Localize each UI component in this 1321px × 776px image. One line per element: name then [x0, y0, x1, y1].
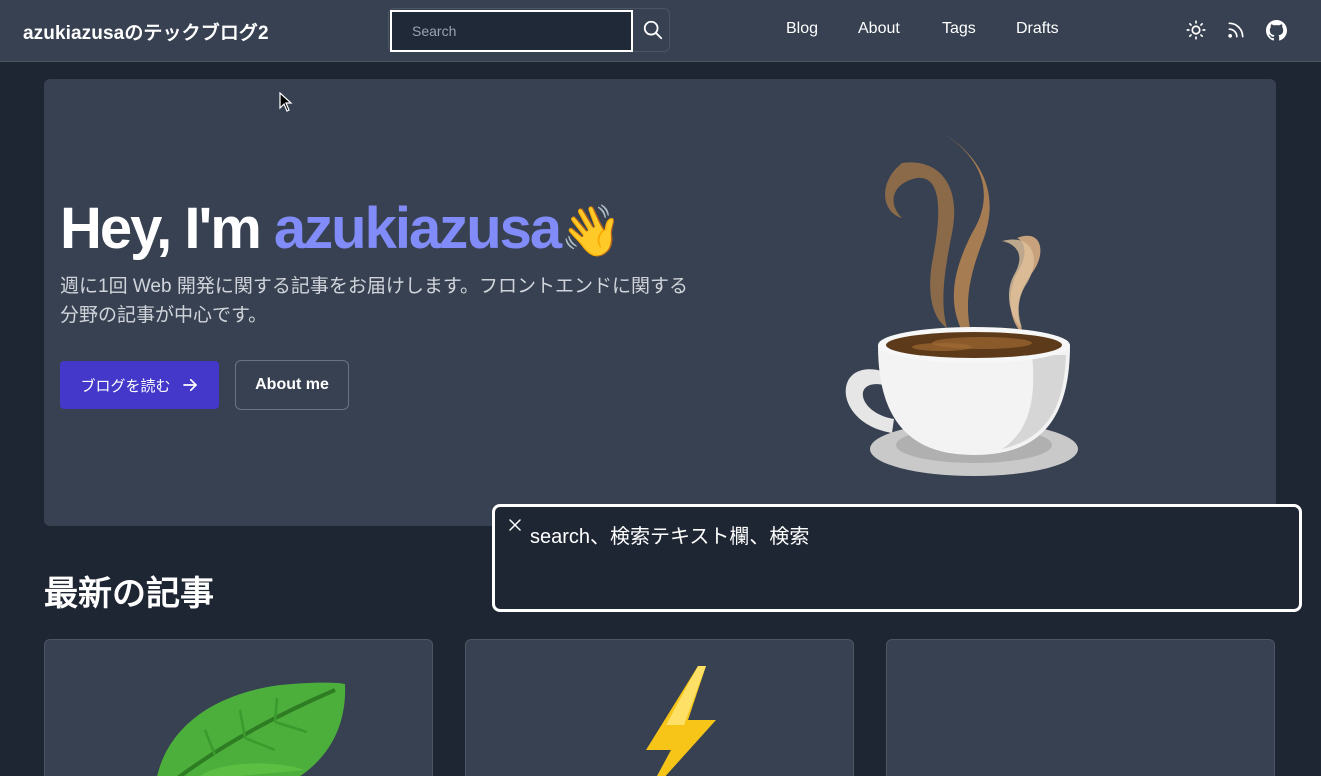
read-blog-button[interactable]: ブログを読む — [60, 361, 219, 409]
search-icon — [643, 20, 663, 40]
coffee-cup-illustration — [845, 127, 1078, 476]
hero-description-line-1: 週に1回 Web 開発に関する記事をお届けします。フロントエンドに関する — [60, 276, 688, 297]
caption-text: search、検索テキスト欄、検索 — [530, 526, 810, 548]
rss-button[interactable] — [1225, 19, 1247, 41]
rss-icon — [1228, 22, 1244, 38]
hero-heading: Hey, I'm azukiazusa👋 — [60, 195, 622, 262]
about-me-button[interactable]: About me — [235, 360, 349, 410]
hero-description: 週に1回 Web 開発に関する記事をお届けします。フロントエンドに関する 分野の… — [60, 272, 740, 330]
site-header: azukiazusaのテックブログ2 Blog About Tags Draft… — [0, 0, 1321, 62]
hero-greeting: Hey, I'm — [60, 196, 274, 261]
github-button[interactable] — [1265, 19, 1287, 41]
nav-drafts[interactable]: Drafts — [1016, 20, 1059, 38]
site-title[interactable]: azukiazusaのテックブログ2 — [23, 18, 269, 45]
hero-name: azukiazusa — [273, 196, 562, 261]
nav-blog[interactable]: Blog — [786, 20, 818, 38]
theme-toggle-button[interactable] — [1185, 19, 1207, 41]
arrow-right-icon — [182, 378, 197, 392]
wave-icon: 👋 — [560, 203, 623, 259]
leaf-icon — [157, 682, 346, 776]
latest-posts-title: 最新の記事 — [44, 575, 214, 613]
github-icon — [1265, 19, 1287, 40]
search-box — [388, 8, 670, 52]
post-card[interactable] — [465, 639, 854, 776]
accessibility-caption-panel: search、検索テキスト欄、検索 — [492, 504, 1302, 612]
close-button[interactable] — [508, 518, 522, 532]
sun-icon — [1186, 20, 1206, 40]
search-input[interactable] — [390, 10, 633, 52]
search-button[interactable] — [635, 9, 671, 51]
hero-section: Hey, I'm azukiazusa👋 週に1回 Web 開発に関する記事をお… — [44, 79, 1276, 526]
nav-about[interactable]: About — [858, 20, 900, 38]
hero-description-line-2: 分野の記事が中心です。 — [60, 305, 268, 326]
close-icon — [509, 519, 521, 531]
read-blog-label: ブログを読む — [80, 377, 171, 395]
mouse-cursor-icon — [279, 92, 293, 112]
post-card[interactable] — [886, 639, 1275, 776]
nav-tags[interactable]: Tags — [942, 20, 976, 38]
post-card[interactable] — [44, 639, 433, 776]
lightning-icon — [646, 666, 716, 776]
